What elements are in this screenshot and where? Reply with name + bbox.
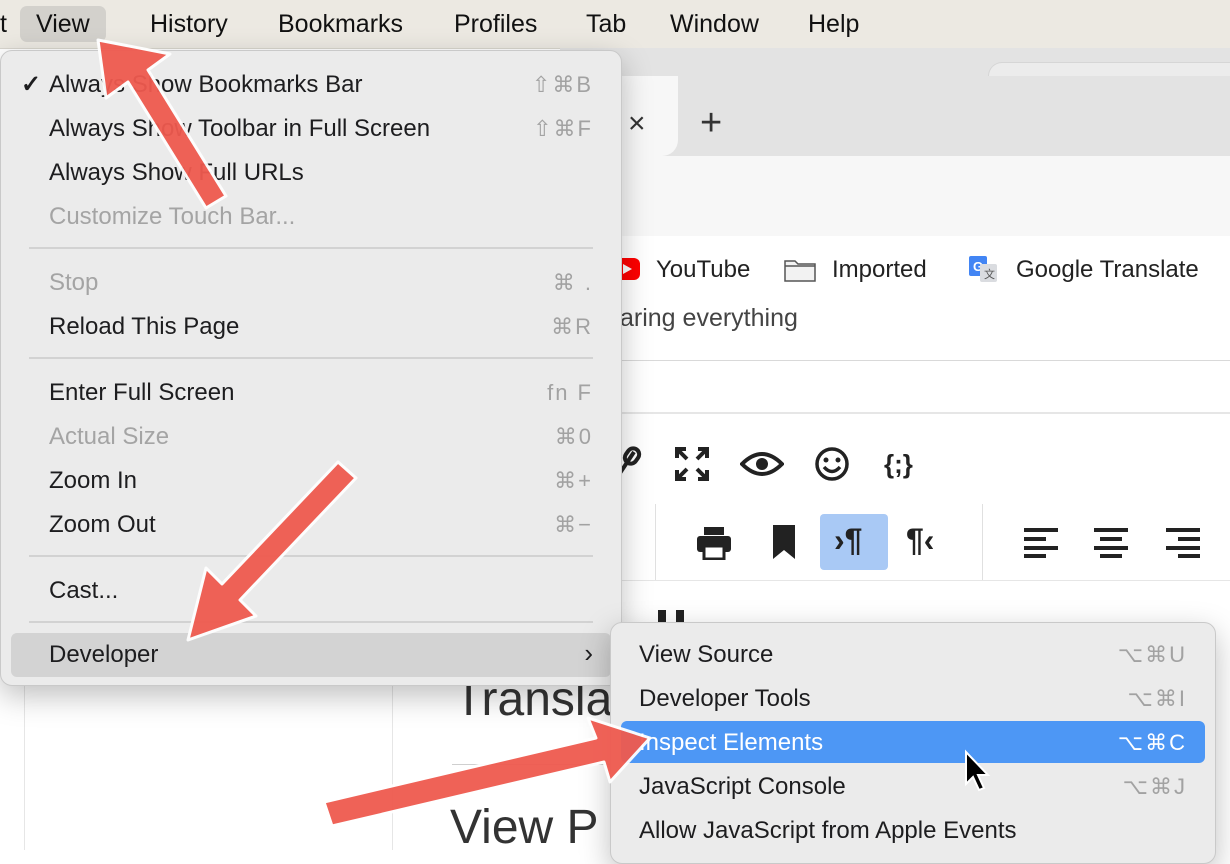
- bookmark-youtube[interactable]: YouTube: [656, 254, 750, 286]
- shortcut-label: ⌘ .: [552, 270, 593, 295]
- checkmark-icon: ✓: [21, 71, 42, 98]
- shortcut-label: ⌥⌘C: [1117, 730, 1187, 755]
- google-translate-icon: G 文: [969, 256, 997, 282]
- emoji-icon[interactable]: [814, 446, 850, 482]
- editor-toolbar-row2: [560, 504, 1230, 581]
- content-column-border: [392, 680, 393, 850]
- shortcut-label: ⌘+: [554, 468, 593, 493]
- menu-bookmarks[interactable]: Bookmarks: [278, 6, 403, 42]
- menu-separator: [29, 247, 593, 249]
- menu-item-enter-full-screen[interactable]: Enter Full Screen: [49, 377, 234, 409]
- developer-submenu: View Source ⌥⌘U Developer Tools ⌥⌘I Insp…: [610, 622, 1216, 864]
- menu-item-customize-touch-bar: Customize Touch Bar...: [49, 203, 296, 230]
- menu-separator: [29, 555, 593, 557]
- shortcut-label: ⌘R: [551, 314, 593, 339]
- menu-item-reload-this-page[interactable]: Reload This Page: [49, 311, 239, 343]
- submenu-item-javascript-console[interactable]: JavaScript Console: [639, 771, 846, 803]
- menu-item-actual-size: Actual Size: [49, 423, 170, 450]
- toolbar-divider: [982, 504, 983, 580]
- rtl-paragraph-icon[interactable]: ¶‹: [906, 520, 934, 560]
- submenu-item-view-source[interactable]: View Source: [639, 639, 773, 671]
- menu-item-developer[interactable]: Developer: [49, 639, 158, 671]
- align-left-icon[interactable]: [1024, 528, 1058, 558]
- svg-text:文: 文: [984, 267, 995, 281]
- menu-item-always-show-toolbar-full-screen[interactable]: Always Show Toolbar in Full Screen: [49, 113, 430, 145]
- menu-separator: [29, 621, 593, 623]
- code-braces-icon[interactable]: {;}: [884, 444, 913, 484]
- shortcut-label: ⌥⌘I: [1127, 686, 1187, 711]
- folder-icon: [784, 260, 816, 282]
- menu-bar: t View History Bookmarks Profiles Tab Wi…: [0, 0, 1230, 49]
- submenu-item-developer-tools[interactable]: Developer Tools: [639, 683, 811, 715]
- shortcut-label: ⇧⌘F: [533, 116, 593, 141]
- ltr-paragraph-icon: ›¶: [834, 522, 863, 558]
- shortcut-label: ⌘0: [554, 424, 593, 449]
- shortcut-label: ⌥⌘J: [1122, 774, 1187, 799]
- chevron-right-icon: ›: [584, 638, 593, 668]
- submenu-item-inspect-elements[interactable]: Inspect Elements: [639, 727, 823, 759]
- align-center-icon[interactable]: [1094, 528, 1128, 558]
- page-subtitle-text: aring everything: [620, 304, 798, 332]
- menu-separator: [29, 357, 593, 359]
- shortcut-label: fn F: [547, 380, 593, 405]
- menu-profiles[interactable]: Profiles: [454, 6, 537, 42]
- new-tab-button[interactable]: +: [700, 100, 722, 146]
- divider: [452, 764, 612, 765]
- menu-help[interactable]: Help: [808, 6, 859, 42]
- shortcut-label: ⇧⌘B: [531, 72, 593, 97]
- menu-item-stop: Stop: [49, 269, 99, 296]
- menu-item-cast[interactable]: Cast...: [49, 575, 118, 607]
- print-icon[interactable]: [696, 526, 732, 560]
- address-toolbar: [560, 156, 1230, 236]
- menu-view[interactable]: View: [20, 6, 106, 42]
- submenu-item-allow-javascript-apple-events[interactable]: Allow JavaScript from Apple Events: [639, 815, 1017, 847]
- bookmark-google-translate[interactable]: Google Translate: [1016, 254, 1199, 286]
- menu-item-always-show-bookmarks-bar[interactable]: Always Show Bookmarks Bar: [49, 69, 362, 101]
- toolbar-divider: [655, 504, 656, 580]
- shortcut-label: ⌥⌘U: [1117, 642, 1187, 667]
- menu-history[interactable]: History: [150, 6, 228, 42]
- view-menu-dropdown: ✓ Always Show Bookmarks Bar ⇧⌘B Always S…: [0, 50, 622, 686]
- divider: [560, 360, 1230, 361]
- tab-close-icon[interactable]: ×: [628, 104, 646, 144]
- bookmark-imported[interactable]: Imported: [832, 254, 927, 286]
- menu-tab[interactable]: Tab: [586, 6, 626, 42]
- menu-window[interactable]: Window: [670, 6, 759, 42]
- preview-eye-icon[interactable]: [740, 450, 784, 478]
- fullscreen-icon[interactable]: [674, 446, 710, 482]
- menu-item-always-show-full-urls[interactable]: Always Show Full URLs: [49, 157, 304, 189]
- menu-item-zoom-out[interactable]: Zoom Out: [49, 509, 156, 541]
- menu-item-zoom-in[interactable]: Zoom In: [49, 465, 137, 497]
- heading-view-partial: View P: [450, 801, 599, 854]
- content-column-border: [24, 680, 25, 850]
- align-right-icon[interactable]: [1166, 528, 1200, 558]
- shortcut-label: ⌘−: [554, 512, 593, 537]
- bookmark-icon[interactable]: [772, 524, 796, 560]
- menu-edit-partial[interactable]: t: [0, 6, 7, 42]
